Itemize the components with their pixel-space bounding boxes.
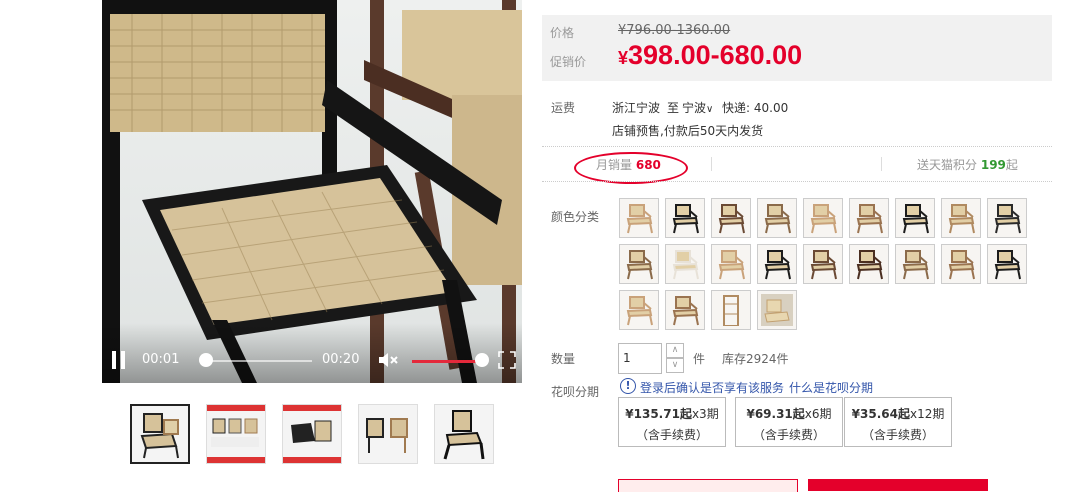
video-seek-handle[interactable] (198, 353, 213, 367)
gallery-thumbnail[interactable] (434, 404, 494, 464)
chevron-down-icon: ∨ (706, 104, 714, 115)
installment-amount: ¥69.31起x6期 (736, 405, 842, 422)
gallery-thumbnail[interactable] (282, 404, 342, 464)
color-option[interactable] (619, 198, 659, 238)
add-to-cart-button[interactable] (808, 479, 988, 491)
original-price: ¥796.00-1360.00 (618, 23, 731, 38)
installment-periods: x6期 (804, 407, 832, 421)
pause-button[interactable] (112, 351, 126, 369)
color-option[interactable] (987, 198, 1027, 238)
highlight-circle (574, 152, 688, 184)
video-current-time: 00:01 (142, 352, 180, 367)
color-option[interactable] (895, 198, 935, 238)
color-option[interactable] (711, 198, 751, 238)
divider (542, 146, 1052, 147)
huabei-help-link[interactable]: 什么是花呗分期 (789, 379, 873, 396)
video-seek-track[interactable] (200, 360, 312, 362)
gallery-thumbnail[interactable] (206, 404, 266, 464)
gallery-thumbnail[interactable] (358, 404, 418, 464)
color-option[interactable] (757, 290, 797, 330)
color-option[interactable] (987, 244, 1027, 284)
ship-to: 宁波 (682, 101, 707, 115)
product-video[interactable]: 00:01 00:20 (102, 0, 522, 383)
price-label: 价格 (550, 26, 575, 40)
color-option[interactable] (711, 244, 751, 284)
installment-price: ¥35.64起 (851, 407, 910, 421)
price-panel: 价格 ¥796.00-1360.00 促销价 ¥398.00-680.00 (542, 15, 1052, 81)
video-duration: 00:20 (322, 352, 360, 367)
color-option[interactable] (757, 198, 797, 238)
shipping-label: 运费 (551, 101, 576, 115)
huabei-label: 花呗分期 (551, 385, 600, 399)
ship-to-selector[interactable]: 宁波∨ (682, 99, 713, 116)
quantity-field[interactable] (618, 343, 662, 374)
color-option[interactable] (619, 290, 659, 330)
installment-amount: ¥135.71起x3期 (619, 405, 725, 422)
buy-now-button[interactable] (618, 479, 798, 492)
quantity-input[interactable] (619, 344, 659, 371)
ship-to-prefix: 至 (667, 101, 680, 115)
color-option[interactable] (711, 290, 751, 330)
installment-fee: （含手续费） (752, 428, 825, 442)
color-option[interactable] (849, 244, 889, 284)
installment-periods: x3期 (691, 407, 719, 421)
shipping-fee: 快递: 40.00 (722, 101, 789, 115)
color-option[interactable] (665, 244, 705, 284)
color-option[interactable] (895, 244, 935, 284)
stock-count: 库存2924件 (722, 352, 789, 366)
points-suffix: 起 (1005, 158, 1018, 172)
color-label: 颜色分类 (551, 210, 600, 224)
mute-icon[interactable] (377, 351, 399, 369)
installment-option[interactable]: ¥69.31起x6期 （含手续费） (735, 397, 843, 447)
gallery-thumbnail[interactable] (130, 404, 190, 464)
tmall-points: 送天猫积分 199起 (917, 156, 1018, 173)
volume-slider-handle[interactable] (475, 353, 489, 367)
promo-price-label: 促销价 (550, 55, 587, 69)
installment-option[interactable]: ¥35.64起x12期 （含手续费） (844, 397, 952, 447)
installment-price: ¥69.31起 (746, 407, 805, 421)
quantity-unit: 件 (693, 352, 706, 366)
divider (711, 157, 712, 171)
color-option[interactable] (803, 198, 843, 238)
chevron-down-icon: ∨ (671, 360, 679, 370)
info-icon: ! (620, 378, 636, 394)
points-prefix: 送天猫积分 (917, 158, 978, 172)
installment-price: ¥135.71起 (625, 407, 692, 421)
color-option[interactable] (665, 290, 705, 330)
promo-price-value: 398.00-680.00 (628, 40, 803, 70)
divider (542, 181, 1052, 182)
installment-option[interactable]: ¥135.71起x3期 （含手续费） (618, 397, 726, 447)
divider (881, 157, 882, 171)
color-option[interactable] (757, 244, 797, 284)
color-option[interactable] (619, 244, 659, 284)
video-controls: 00:01 00:20 (102, 323, 522, 383)
ship-from: 浙江宁波 (612, 101, 661, 115)
promo-price: ¥398.00-680.00 (618, 40, 802, 71)
fullscreen-icon[interactable] (498, 351, 516, 369)
chevron-up-icon: ∧ (671, 345, 679, 355)
installment-fee: （含手续费） (861, 428, 934, 442)
increment-button[interactable]: ∧ (666, 343, 684, 358)
quantity-label: 数量 (551, 352, 576, 366)
installment-amount: ¥35.64起x12期 (845, 405, 951, 422)
installment-periods: x12期 (909, 407, 945, 421)
installment-fee: （含手续费） (635, 428, 708, 442)
color-option[interactable] (665, 198, 705, 238)
color-option[interactable] (941, 198, 981, 238)
currency-symbol: ¥ (618, 48, 629, 68)
presale-note: 店铺预售,付款后50天内发货 (612, 124, 764, 138)
volume-slider-track[interactable] (412, 360, 482, 363)
huabei-login-note[interactable]: 登录后确认是否享有该服务 (640, 379, 784, 396)
points-value: 199 (980, 158, 1006, 172)
color-option[interactable] (803, 244, 843, 284)
decrement-button[interactable]: ∨ (666, 358, 684, 373)
color-option[interactable] (941, 244, 981, 284)
color-option[interactable] (849, 198, 889, 238)
